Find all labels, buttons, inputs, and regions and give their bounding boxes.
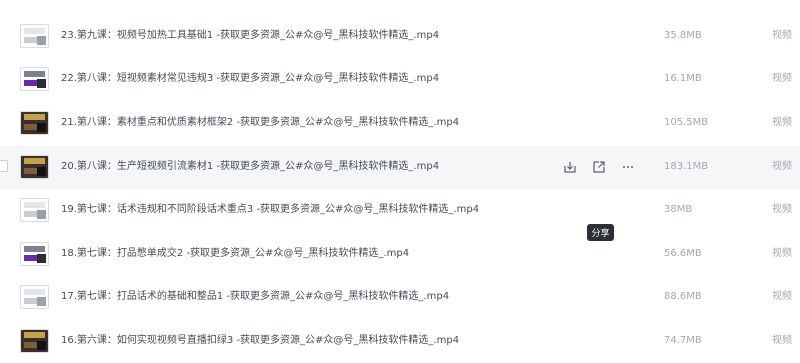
share-tooltip: 分享	[587, 224, 614, 241]
video-thumbnail	[20, 111, 49, 135]
file-type: 视频	[772, 73, 792, 84]
video-thumbnail	[20, 155, 49, 179]
file-name[interactable]: 18.第七课：打品憋单成交2 -获取更多资源_公#众@号_黑科技软件精选_.mp…	[61, 246, 409, 262]
file-size: 74.7MB	[664, 335, 702, 346]
file-size: 35.8MB	[664, 30, 702, 41]
download-icon[interactable]	[561, 158, 579, 176]
file-type: 视频	[772, 335, 792, 346]
file-row[interactable]: 23.第九课：视频号加热工具基础1 -获取更多资源_公#众@号_黑科技软件精选_…	[0, 15, 800, 58]
file-type: 视频	[772, 161, 792, 172]
file-size: 16.1MB	[664, 73, 702, 84]
file-size: 38MB	[664, 204, 693, 215]
file-type: 视频	[772, 291, 792, 302]
file-name[interactable]: 16.第六课：如何实现视频号直播扣绿3 -获取更多资源_公#众@号_黑科技软件精…	[61, 333, 459, 349]
file-type: 视频	[772, 248, 792, 259]
more-icon[interactable]	[619, 158, 637, 176]
file-row[interactable]: 21.第八课：素材重点和优质素材框架2 -获取更多资源_公#众@号_黑科技软件精…	[0, 102, 800, 145]
file-size: 56.6MB	[664, 248, 702, 259]
file-row[interactable]: 20.第八课：生产短视频引流素材1 -获取更多资源_公#众@号_黑科技软件精选_…	[0, 146, 800, 189]
video-thumbnail	[20, 24, 49, 48]
file-type: 视频	[772, 30, 792, 41]
file-size: 183.1MB	[664, 161, 709, 172]
file-row[interactable]: 22.第八课：短视频素材常见违规3 -获取更多资源_公#众@号_黑科技软件精选_…	[0, 58, 800, 101]
file-type: 视频	[772, 117, 792, 128]
file-row[interactable]: 19.第七课：话术违规和不同阶段话术重点3 -获取更多资源_公#众@号_黑科技软…	[0, 189, 800, 232]
share-icon[interactable]	[590, 158, 608, 176]
file-name[interactable]: 22.第八课：短视频素材常见违规3 -获取更多资源_公#众@号_黑科技软件精选_…	[61, 71, 439, 87]
file-row[interactable]: 18.第七课：打品憋单成交2 -获取更多资源_公#众@号_黑科技软件精选_.mp…	[0, 233, 800, 276]
video-thumbnail	[20, 329, 49, 353]
video-thumbnail	[20, 242, 49, 266]
row-checkbox[interactable]	[0, 160, 8, 172]
file-list: 23.第九课：视频号加热工具基础1 -获取更多资源_公#众@号_黑科技软件精选_…	[0, 0, 800, 357]
file-row[interactable]: 17.第七课：打品话术的基础和整品1 -获取更多资源_公#众@号_黑科技软件精选…	[0, 276, 800, 319]
file-size: 88.6MB	[664, 291, 702, 302]
file-name[interactable]: 17.第七课：打品话术的基础和整品1 -获取更多资源_公#众@号_黑科技软件精选…	[61, 289, 449, 305]
video-thumbnail	[20, 198, 49, 222]
file-name[interactable]: 20.第八课：生产短视频引流素材1 -获取更多资源_公#众@号_黑科技软件精选_…	[61, 159, 439, 175]
file-name[interactable]: 21.第八课：素材重点和优质素材框架2 -获取更多资源_公#众@号_黑科技软件精…	[61, 115, 459, 131]
video-thumbnail	[20, 67, 49, 91]
video-thumbnail	[20, 285, 49, 309]
file-type: 视频	[772, 204, 792, 215]
file-size: 105.5MB	[664, 117, 709, 128]
file-name[interactable]: 19.第七课：话术违规和不同阶段话术重点3 -获取更多资源_公#众@号_黑科技软…	[61, 202, 479, 218]
file-name[interactable]: 23.第九课：视频号加热工具基础1 -获取更多资源_公#众@号_黑科技软件精选_…	[61, 28, 439, 44]
